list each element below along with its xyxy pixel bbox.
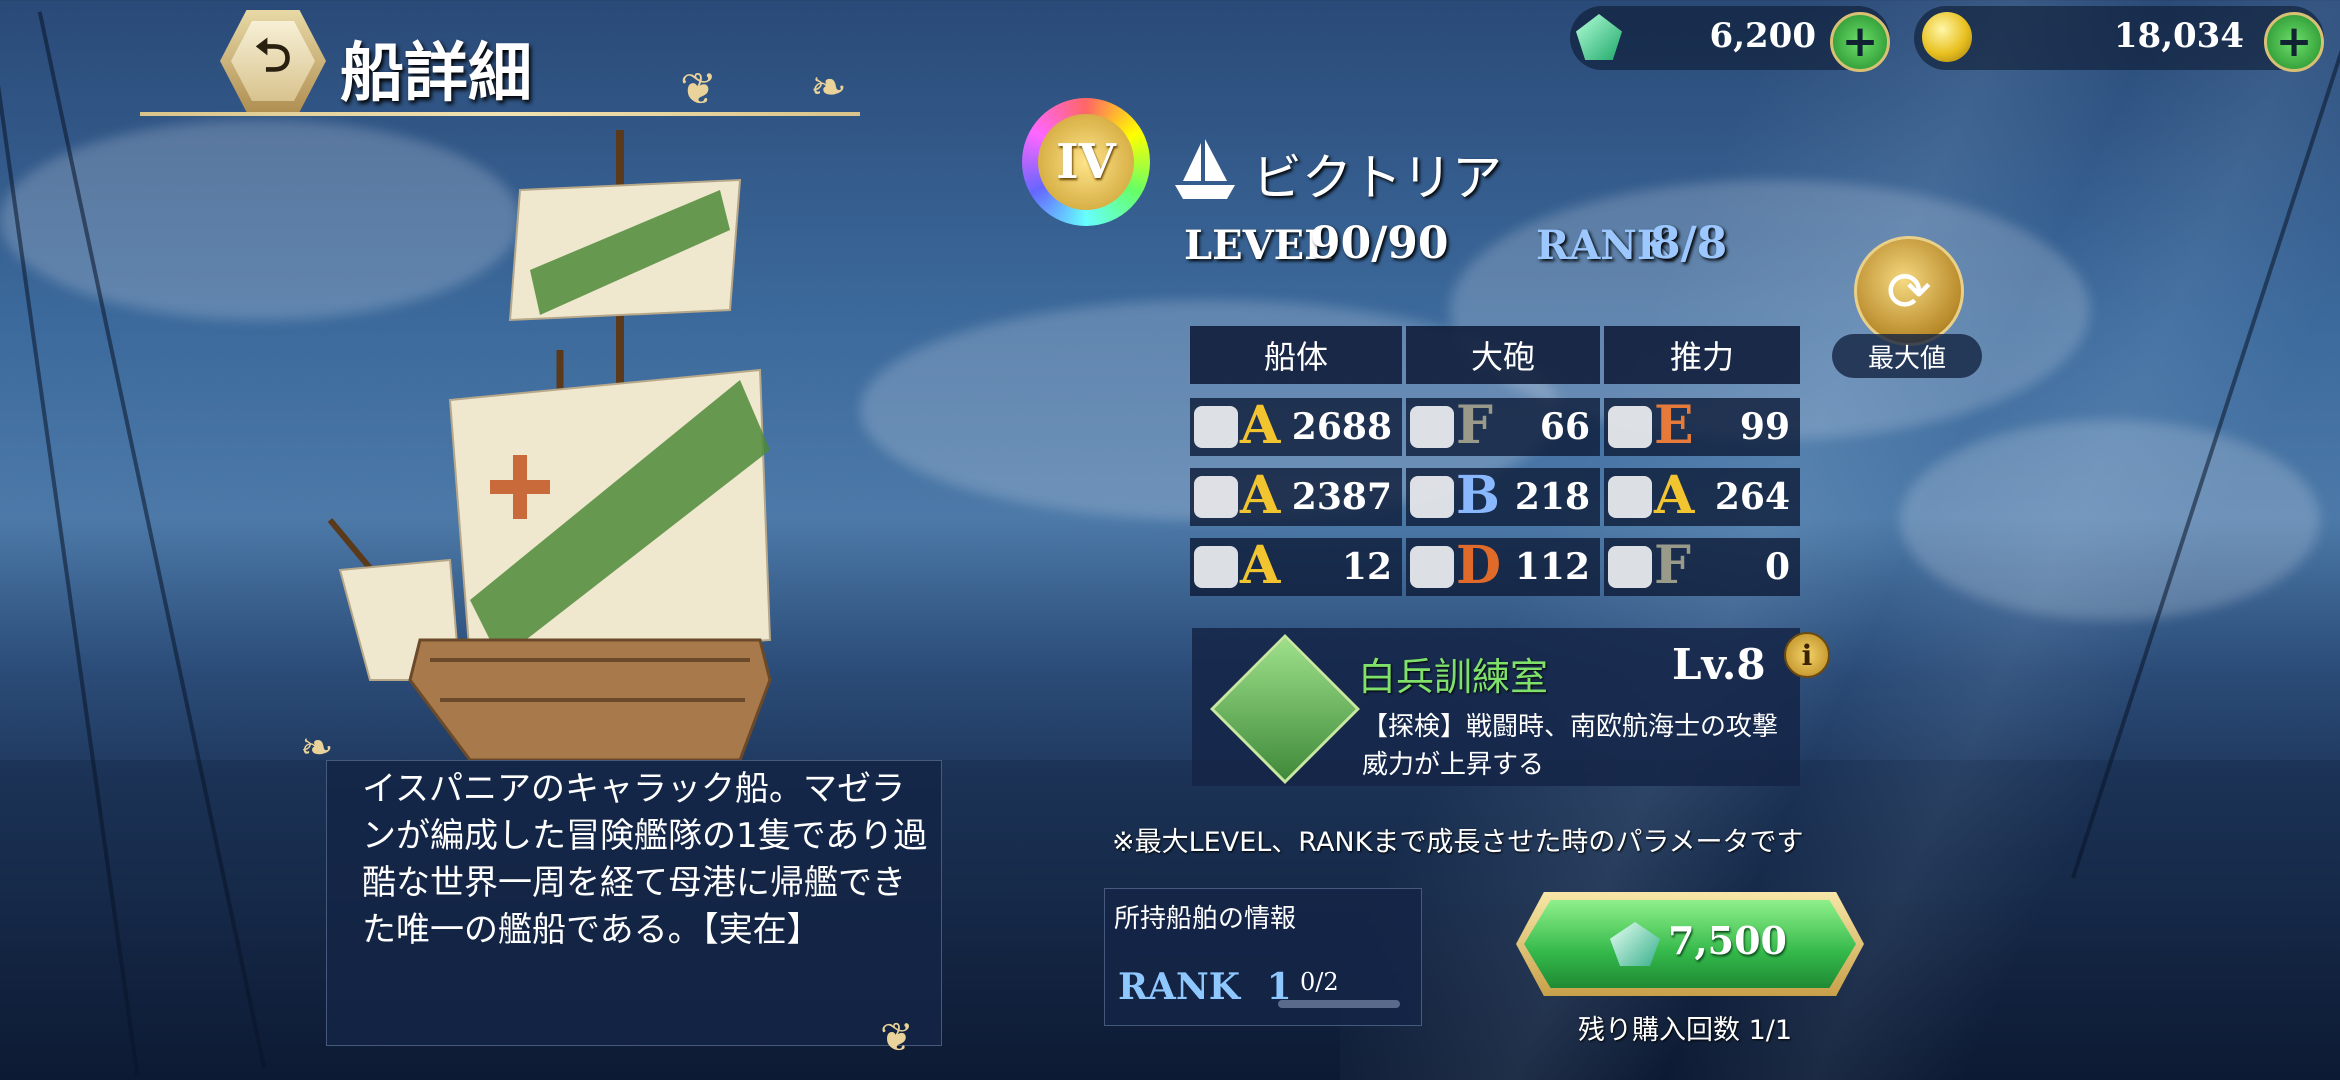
skill-level: Lv.8 <box>1672 640 1766 689</box>
refresh-icon: ⟳ <box>1886 259 1932 323</box>
stat-grade: F <box>1456 395 1493 456</box>
max-value-toggle-button[interactable]: ⟳ <box>1854 236 1964 346</box>
ship-grade-badge: IV <box>1022 98 1150 226</box>
stat-cell: E 99 <box>1604 395 1800 456</box>
cannon-range-icon <box>1410 476 1454 518</box>
owned-ship-info-title: 所持船舶の情報 <box>1114 904 1297 934</box>
return-arrow-icon: ⮌ <box>254 28 292 82</box>
coin-balance: 18,034 <box>2113 16 2244 56</box>
stat-value: 218 <box>1514 476 1590 518</box>
stat-grade: F <box>1654 535 1691 596</box>
owned-rank: RANK 1 <box>1118 966 1292 1008</box>
stat-cell: F0 <box>1604 535 1800 596</box>
stat-grade: B <box>1456 465 1500 526</box>
flourish-ornament-icon: ❧ <box>810 62 847 113</box>
stat-value: 264 <box>1714 476 1790 518</box>
add-coins-button[interactable]: + <box>2264 12 2324 72</box>
sail-icon <box>1608 406 1652 448</box>
info-icon: i <box>1801 638 1813 672</box>
flourish-ornament-icon: ❦ <box>680 64 717 115</box>
level-value: 90/90 <box>1310 218 1449 269</box>
stat-value: 2387 <box>1291 476 1392 518</box>
ship-illustration <box>327 130 772 760</box>
ship-name: ビクトリア <box>1252 149 1502 207</box>
stat-grade: E <box>1654 395 1694 456</box>
remaining-purchases: 残り購入回数 1/1 <box>1578 1015 1793 1046</box>
title-divider <box>140 112 860 116</box>
gold-coin-icon <box>1922 12 1972 62</box>
grade-numeral: IV <box>1038 114 1134 210</box>
stat-header-cannon: 大砲 <box>1406 326 1600 384</box>
armor-shield-icon <box>1194 476 1238 518</box>
stat-value: 112 <box>1514 546 1590 588</box>
cannon-power-icon <box>1410 546 1454 588</box>
stat-cell: A 264 <box>1604 465 1800 526</box>
gem-balance: 6,200 <box>1709 16 1816 56</box>
flourish-ornament-icon: ❦ <box>880 1015 914 1061</box>
back-button[interactable]: ⮌ <box>220 10 326 112</box>
cannon-icon <box>1410 406 1454 448</box>
skill-description: 【探検】戦闘時、南欧航海士の攻撃威力が上昇する <box>1362 712 1779 780</box>
stat-cell: A 12 <box>1190 535 1402 596</box>
stat-cell: A 2688 <box>1190 395 1402 456</box>
add-gems-button[interactable]: + <box>1830 12 1890 72</box>
stat-value: 2688 <box>1291 406 1392 448</box>
stat-cell: B 218 <box>1406 465 1600 526</box>
stat-cell: A 2387 <box>1190 465 1402 526</box>
rank-value: 8/8 <box>1650 218 1728 269</box>
max-parameters-note: ※最大LEVEL、RANKまで成長させた時のパラメータです <box>1112 827 1804 858</box>
stat-grade: A <box>1240 535 1281 596</box>
stat-cell: D 112 <box>1406 535 1600 596</box>
stat-grade: D <box>1456 535 1502 596</box>
stat-header-hull: 船体 <box>1190 326 1402 384</box>
purchase-price: 7,500 <box>1668 918 1787 963</box>
stat-grade: A <box>1240 395 1281 456</box>
stat-grade: A <box>1240 465 1281 526</box>
stat-value: 12 <box>1341 546 1392 588</box>
max-value-label: 最大値 <box>1832 334 1982 378</box>
stat-value: 0 <box>1764 546 1790 588</box>
barrel-icon <box>1194 546 1238 588</box>
supplies-icon <box>1194 406 1238 448</box>
stat-header-propulsion: 推力 <box>1604 326 1800 384</box>
stat-value: 99 <box>1739 406 1790 448</box>
rank-progress-bar <box>1278 1000 1400 1008</box>
oar-icon <box>1608 546 1652 588</box>
stat-grade: A <box>1654 465 1695 526</box>
skill-info-button[interactable]: i <box>1784 632 1830 678</box>
page-title: 船詳細 <box>340 36 532 111</box>
bell-icon <box>1608 476 1652 518</box>
stat-value: 66 <box>1539 406 1590 448</box>
owned-rank-label: RANK <box>1118 966 1241 1008</box>
ship-description: イスパニアのキャラック船。マゼランが編成した冒険艦隊の1隻であり過酷な世界一周を… <box>362 769 928 950</box>
stat-cell: F 66 <box>1406 395 1600 456</box>
owned-rank-progress: 0/2 <box>1300 968 1339 996</box>
ship-type-icon <box>1175 139 1235 199</box>
skill-name: 白兵訓練室 <box>1358 655 1549 699</box>
